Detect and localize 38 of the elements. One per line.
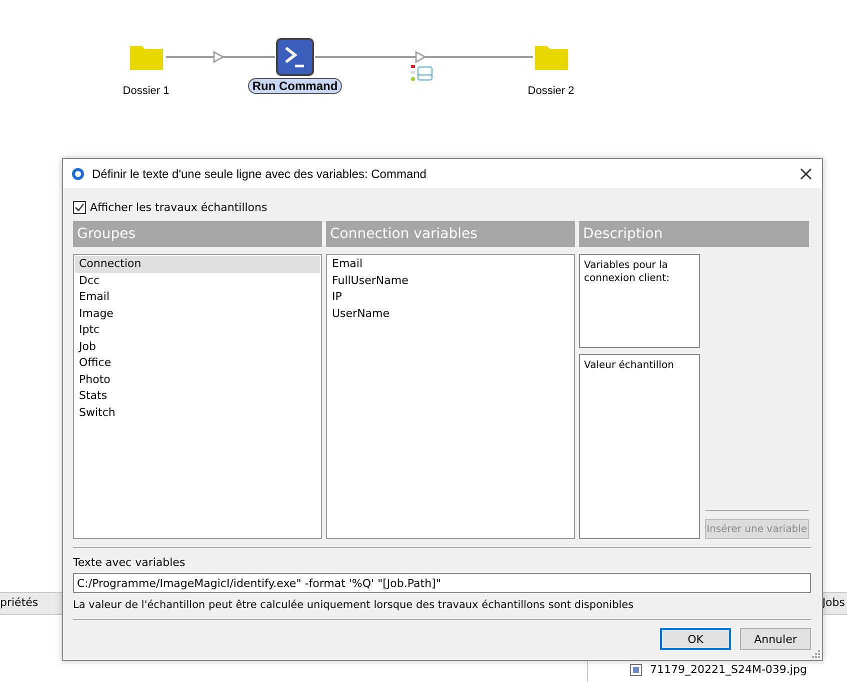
field-label: Texte avec variables	[73, 556, 186, 569]
checkbox[interactable]	[73, 200, 86, 214]
list-item[interactable]: UserName	[328, 306, 573, 322]
ok-button[interactable]: OK	[660, 628, 731, 650]
list-item[interactable]: Office	[75, 355, 320, 372]
node-label: Dossier 1	[122, 84, 170, 98]
panel-tab[interactable]: priétés	[0, 596, 38, 609]
node-label: Run Command	[248, 78, 342, 94]
cancel-button[interactable]: Annuler	[740, 628, 811, 650]
close-icon[interactable]	[800, 168, 812, 180]
resize-grip-icon[interactable]	[812, 650, 820, 658]
description-text: Variables pour la connexion client:	[579, 254, 700, 348]
list-item[interactable]: Connection	[75, 256, 320, 272]
list-item[interactable]: Photo	[75, 372, 320, 388]
list-item[interactable]: Dcc	[75, 272, 320, 289]
window-title: Définir le texte d'une seule ligne avec des variables: Command	[92, 166, 428, 180]
list-item[interactable]: Email	[75, 289, 320, 306]
terminal-icon[interactable]	[276, 38, 314, 76]
column-header: Groupes	[73, 221, 322, 247]
column-header: Connection variables	[326, 221, 575, 247]
list-item[interactable]: IP	[328, 289, 573, 306]
list-item[interactable]: Stats	[75, 388, 320, 404]
sample-value-box: Valeur échantillon	[579, 354, 700, 539]
list-item[interactable]: Iptc	[75, 322, 320, 338]
app-icon	[71, 166, 85, 180]
panel-tab[interactable]: Jobs	[822, 596, 845, 609]
image-file-icon	[630, 664, 642, 676]
node-label: Dossier 2	[526, 84, 576, 98]
checkbox-label: Afficher les travaux échantillons	[90, 200, 268, 214]
list-item[interactable]: Email	[328, 256, 573, 272]
list-item[interactable]: Image	[75, 306, 320, 322]
hint-text: La valeur de l'échantillon peut être calculée uniquement lorsque des travaux échantillons sont disponibles	[73, 599, 635, 611]
list-item[interactable]: Job	[75, 338, 320, 355]
column-header: Description	[579, 221, 809, 247]
list-item[interactable]: Switch	[75, 404, 320, 421]
status-drive-icon	[411, 65, 432, 81]
list-item[interactable]: FullUserName	[328, 272, 573, 289]
text-field[interactable]: C:/Programme/ImageMagicI/identify.exe" -format '%Q' "[Job.Path]"	[73, 573, 811, 593]
